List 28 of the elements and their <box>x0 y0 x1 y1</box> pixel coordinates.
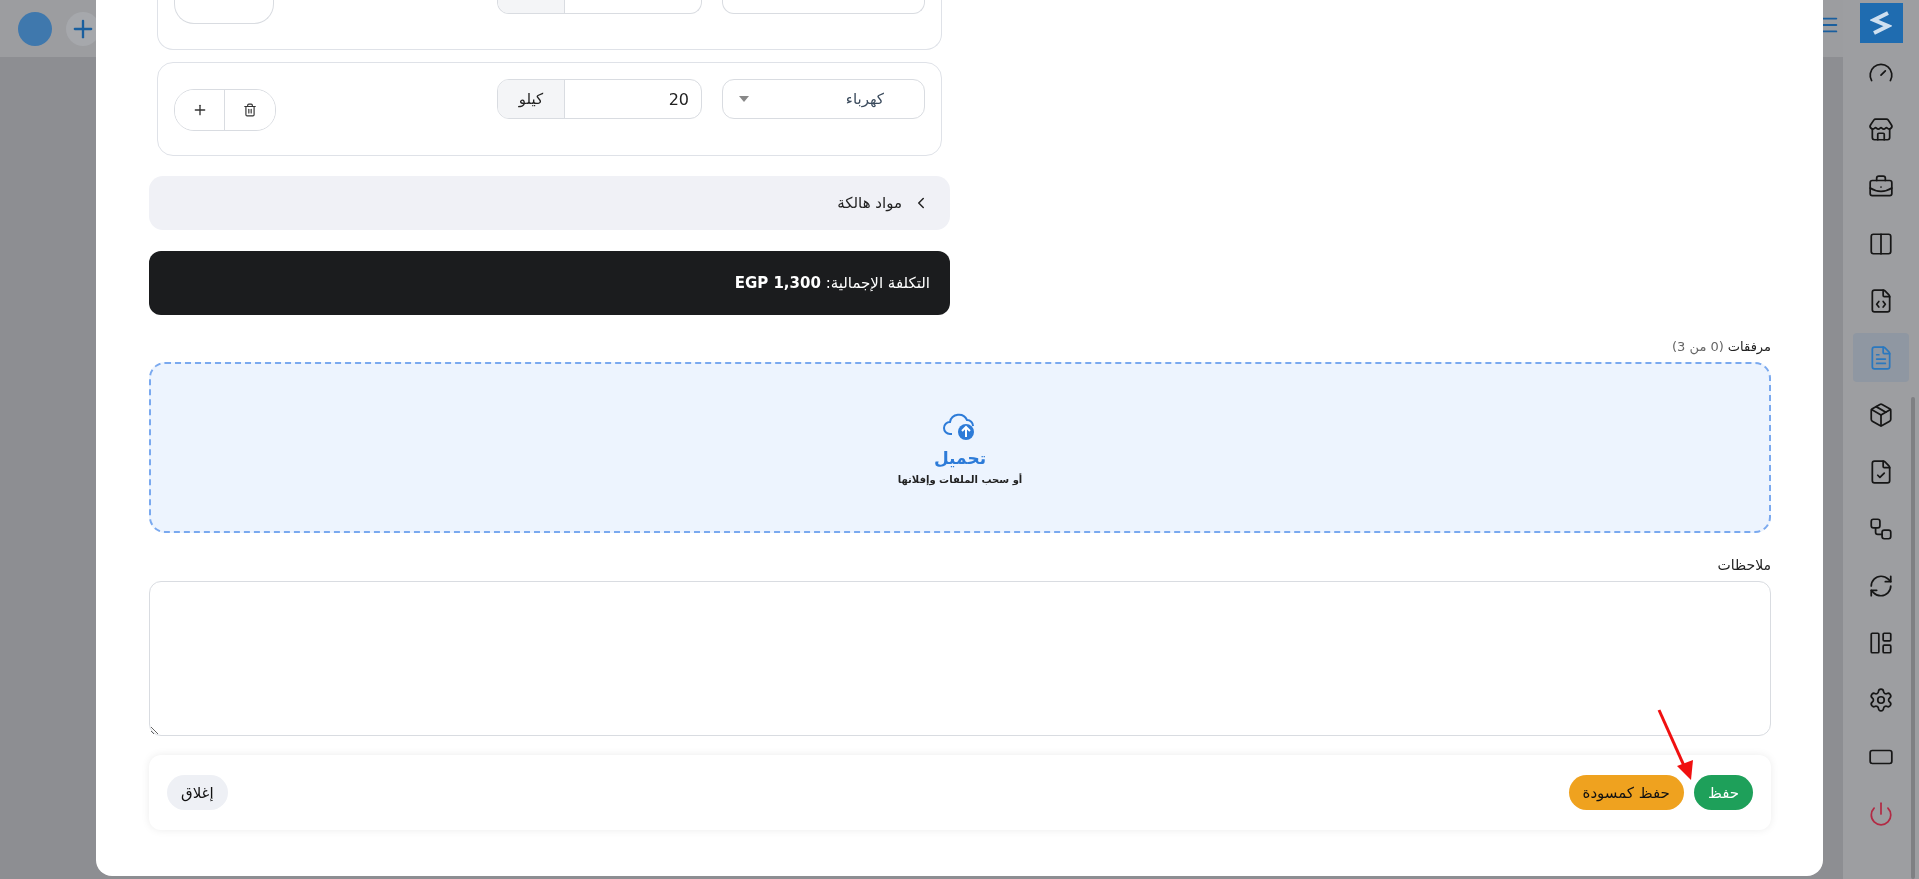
layout-icon <box>1868 629 1894 656</box>
store-icon <box>1868 116 1894 143</box>
columns-icon <box>1868 230 1894 257</box>
file-check-icon <box>1868 458 1894 485</box>
settings-icon <box>1868 686 1894 713</box>
hazardous-materials-toggle[interactable]: مواد هالكة <box>149 176 950 230</box>
refresh-icon <box>1868 572 1894 599</box>
save-draft-button[interactable]: حفظ كمسودة <box>1568 775 1684 810</box>
quantity-value: 20 <box>667 88 690 111</box>
caret-icon <box>739 96 749 102</box>
notes-label: ملاحظات <box>1716 557 1771 573</box>
trash-icon <box>243 103 257 117</box>
quantity-field[interactable] <box>497 0 702 14</box>
notes-field[interactable] <box>149 581 1771 736</box>
document-icon <box>1868 344 1894 371</box>
upload-dropzone[interactable]: تحميل أو سحب الملفات وإفلاتها <box>149 362 1771 533</box>
logo-icon[interactable] <box>1859 3 1903 43</box>
power-icon <box>1868 800 1894 827</box>
close-button[interactable]: إغلاق <box>167 775 228 810</box>
package-icon <box>1868 401 1894 428</box>
material-select[interactable]: كهرباء <box>722 79 925 119</box>
upload-title: تحميل <box>933 448 987 468</box>
attachments-count: (0 من 3) <box>1672 339 1724 354</box>
unit-label: كيلو <box>498 80 565 118</box>
attachments-label: مرفقات <box>1727 339 1771 354</box>
code-file-icon <box>1868 287 1894 314</box>
workflow-icon <box>1868 515 1894 542</box>
upload-hint: أو سحب الملفات وإفلاتها <box>897 474 1023 485</box>
